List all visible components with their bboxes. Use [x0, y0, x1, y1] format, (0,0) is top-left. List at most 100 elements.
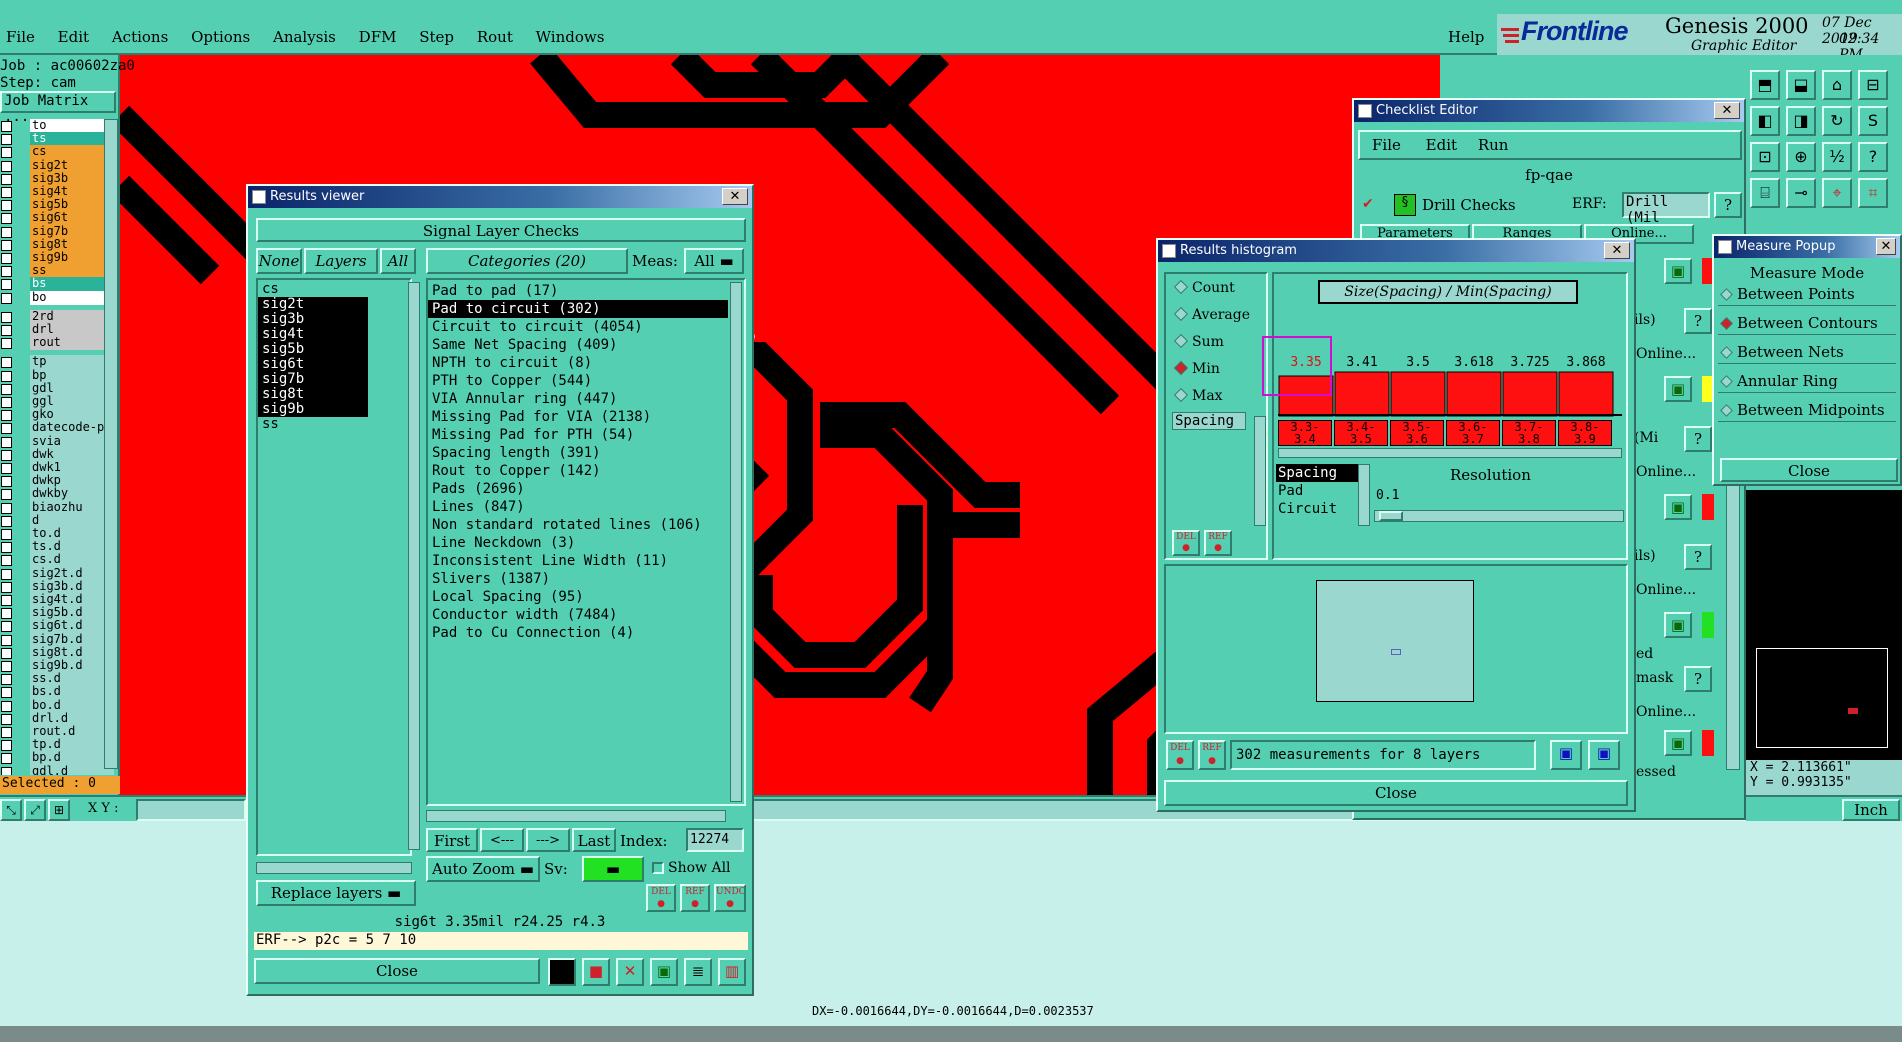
layer-checkbox[interactable]: [1, 239, 12, 251]
result-layer-item[interactable]: sig6t: [258, 357, 368, 372]
layer-row[interactable]: d: [0, 513, 114, 528]
bar-range-label[interactable]: 3.3- 3.4: [1278, 420, 1332, 446]
bottom-tool-1[interactable]: ⤡: [0, 799, 22, 821]
bar-range-label[interactable]: 3.7- 3.8: [1502, 420, 1556, 446]
layer-row[interactable]: sig9b.d: [0, 659, 114, 673]
histogram-bar[interactable]: [1558, 371, 1614, 417]
mode-radio-min[interactable]: Min: [1173, 360, 1220, 377]
close-icon[interactable]: ✕: [1604, 242, 1630, 259]
layer-row[interactable]: sig4t: [0, 185, 114, 199]
result-layer-item[interactable]: sig5b: [258, 342, 368, 357]
measure-mode-2[interactable]: Between Nets: [1718, 340, 1896, 364]
category-item[interactable]: VIA Annular ring (447): [428, 390, 744, 408]
layer-results-hscroll[interactable]: [256, 862, 412, 874]
layer-name[interactable]: dwk: [30, 447, 114, 462]
layer-checkbox[interactable]: [1, 595, 12, 606]
tool-icon-6[interactable]: ◨: [1786, 106, 1816, 136]
layer-name[interactable]: bp: [30, 368, 114, 383]
erf-value[interactable]: Drill (Mil: [1622, 192, 1710, 226]
layer-checkbox[interactable]: [1, 727, 12, 738]
category-item[interactable]: Missing Pad for PTH (54): [428, 426, 744, 444]
ref-button[interactable]: REF ●: [680, 884, 710, 912]
tool-icon-4[interactable]: ⊟: [1858, 70, 1888, 100]
layer-row[interactable]: sig6t.d: [0, 619, 114, 634]
histogram-ref-top[interactable]: REF ●: [1204, 530, 1232, 556]
resolution-slider[interactable]: [1374, 510, 1624, 522]
tool-icon-5[interactable]: ◧: [1750, 106, 1780, 136]
layer-checkbox[interactable]: [1, 463, 12, 474]
results-viewer-titlebar[interactable]: Results viewer ✕: [248, 186, 752, 208]
layer-checkbox[interactable]: [1, 311, 12, 323]
layer-row[interactable]: ts.d: [0, 540, 114, 555]
mode-radio-average[interactable]: Average: [1173, 306, 1250, 323]
histogram-del-top[interactable]: DEL ●: [1172, 530, 1200, 556]
layer-checkbox[interactable]: [1, 542, 12, 554]
layer-name[interactable]: sig9b.d: [30, 659, 114, 673]
layer-checkbox[interactable]: [1, 266, 12, 278]
layer-checkbox[interactable]: [1, 740, 12, 752]
layer-checkbox[interactable]: [1, 515, 12, 527]
layer-name[interactable]: dwkby: [30, 487, 114, 502]
bar-range-label[interactable]: 3.6- 3.7: [1446, 420, 1500, 446]
mode-radio-max[interactable]: Max: [1173, 387, 1223, 404]
layer-checkbox[interactable]: [1, 674, 12, 686]
layer-checkbox[interactable]: [1, 338, 12, 350]
checklist-menu-file[interactable]: File: [1372, 136, 1401, 154]
layer-row[interactable]: rout: [0, 336, 114, 351]
replace-layers-dropdown[interactable]: Replace layers ▬: [256, 880, 416, 906]
type-list[interactable]: Spacing Pad Circuit: [1276, 464, 1360, 528]
close-icon[interactable]: ✕: [1714, 102, 1740, 119]
run-icon-3[interactable]: ▣: [1664, 494, 1692, 520]
last-button[interactable]: Last: [572, 828, 616, 852]
layer-row[interactable]: gko: [0, 408, 114, 423]
tool-icon-15[interactable]: ⌖: [1822, 178, 1852, 208]
category-item[interactable]: PTH to Copper (544): [428, 372, 744, 390]
bottom-tool-3[interactable]: ⊞: [48, 799, 70, 821]
layer-name[interactable]: ggl: [30, 395, 114, 409]
layer-row[interactable]: dwkp: [0, 474, 114, 489]
layer-checkbox[interactable]: [1, 647, 12, 659]
category-list[interactable]: Pad to pad (17) Pad to circuit (302) Circu…: [426, 278, 746, 806]
layer-name[interactable]: d: [30, 513, 114, 528]
mode-radio-sum[interactable]: Sum: [1173, 333, 1224, 350]
layer-name[interactable]: cs: [30, 145, 114, 160]
layer-row[interactable]: ss: [0, 264, 114, 279]
layer-row[interactable]: bo: [0, 290, 114, 305]
layer-name[interactable]: svia: [30, 434, 114, 449]
menu-help[interactable]: Help: [1448, 28, 1484, 46]
layer-checkbox[interactable]: [1, 529, 12, 540]
layer-name[interactable]: sig5b: [30, 198, 114, 213]
help-button-5[interactable]: ?: [1684, 666, 1712, 692]
layer-row[interactable]: rout.d: [0, 725, 114, 739]
resolution-slider-thumb[interactable]: [1379, 511, 1403, 521]
layer-row[interactable]: cs.d: [0, 553, 114, 568]
histogram-hscroll[interactable]: [1278, 448, 1622, 458]
layer-results-list[interactable]: cs sig2t sig3b sig4t sig5b sig6t sig7b sig8t sig…: [256, 278, 412, 856]
units-dropdown[interactable]: Inch: [1842, 799, 1900, 821]
auto-zoom-dropdown[interactable]: Auto Zoom ▬: [426, 856, 540, 882]
layer-name[interactable]: ts: [30, 132, 114, 147]
layer-name[interactable]: to.d: [30, 527, 114, 541]
layer-results-scrollbar[interactable]: [408, 282, 420, 850]
layer-checkbox[interactable]: [1, 449, 12, 461]
category-item[interactable]: Line Neckdown (3): [428, 534, 744, 552]
layer-row[interactable]: tp.d: [0, 738, 114, 753]
tool-icon-1[interactable]: ⬒: [1750, 70, 1780, 100]
measure-close-button[interactable]: Close: [1720, 458, 1898, 482]
layer-row[interactable]: 2rd: [0, 309, 114, 324]
bar-range-label[interactable]: 3.4- 3.5: [1334, 420, 1388, 446]
view-icon-1[interactable]: [548, 958, 576, 986]
layer-checkbox[interactable]: [1, 383, 12, 395]
bar-range-label[interactable]: 3.5- 3.6: [1390, 420, 1444, 446]
category-item[interactable]: Same Net Spacing (409): [428, 336, 744, 354]
layer-checkbox[interactable]: [1, 489, 12, 501]
close-icon[interactable]: ✕: [722, 188, 748, 205]
layer-row[interactable]: dwkby: [0, 487, 114, 502]
layer-name[interactable]: sig6t: [30, 211, 114, 226]
layer-name[interactable]: rout.d: [30, 725, 114, 739]
menu-dfm[interactable]: DFM: [359, 28, 397, 46]
layer-checkbox[interactable]: [1, 687, 12, 699]
layer-row[interactable]: sig8t.d: [0, 645, 114, 660]
layer-checkbox[interactable]: [1, 621, 12, 633]
type-scrollbar[interactable]: [1358, 464, 1370, 526]
